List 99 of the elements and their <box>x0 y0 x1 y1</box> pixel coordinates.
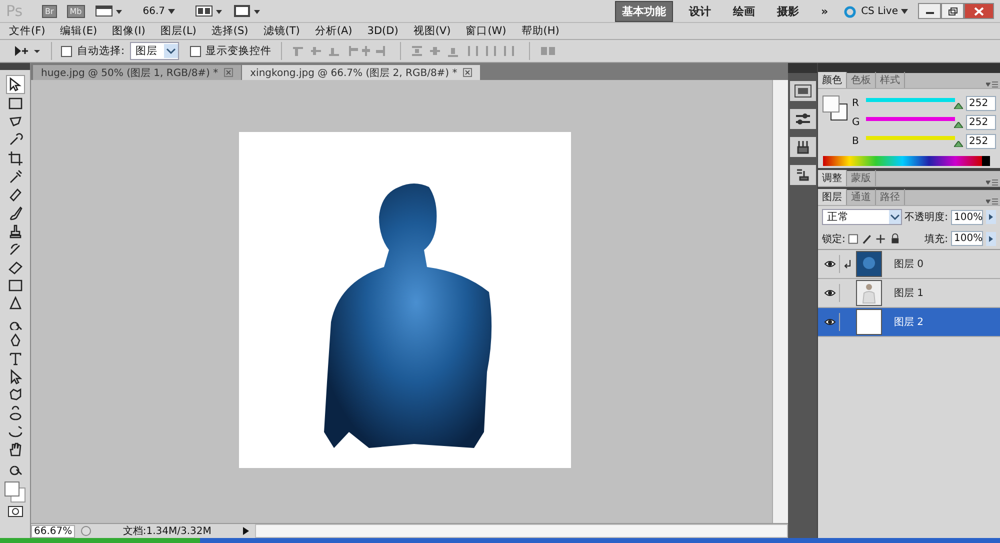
lock-label: 锁定: <box>822 232 846 246</box>
panel-tab[interactable]: 图层 <box>818 189 847 205</box>
layer-name: 图层 0 <box>894 258 924 271</box>
auto-select-checkbox[interactable] <box>61 46 72 56</box>
channel-value-field[interactable]: 252 <box>966 96 996 111</box>
close-button[interactable] <box>964 3 994 19</box>
screen-mode-icon[interactable] <box>233 4 262 18</box>
panel-menu-icon[interactable] <box>986 179 1000 186</box>
fill-slider-button[interactable] <box>986 232 996 246</box>
move-tool-icon[interactable] <box>6 75 24 94</box>
panel-tab[interactable]: 调整 <box>818 170 847 186</box>
panel-menu-icon[interactable] <box>986 198 1000 205</box>
color-swatches-icon[interactable] <box>822 95 848 121</box>
menu-item[interactable]: 视图(V) <box>413 24 451 38</box>
play-arrow-icon[interactable] <box>241 525 252 537</box>
arrange-documents-icon[interactable] <box>195 4 224 18</box>
document-size-text: 文档:1.34M/3.32M <box>122 524 212 538</box>
zoom-field[interactable]: 66.67% <box>31 524 76 538</box>
show-transform-label: 显示变换控件 <box>206 44 272 58</box>
document-tab[interactable]: xingkong.jpg @ 66.7% (图层 2, RGB/8#) * <box>242 65 480 80</box>
layer-row[interactable]: 图层 2 <box>818 308 1000 337</box>
clone-source-panel-icon[interactable] <box>790 165 816 185</box>
panel-tab[interactable]: 样式 <box>876 72 905 88</box>
brush-panel-icon[interactable] <box>790 137 816 157</box>
workspace-button[interactable]: 基本功能 <box>614 0 673 22</box>
workspace-button[interactable]: 摄影 <box>770 2 805 20</box>
channel-value-field[interactable]: 252 <box>966 134 996 149</box>
fill-field[interactable]: 100% <box>951 231 983 246</box>
menu-item[interactable]: 编辑(E) <box>60 24 98 38</box>
channel-label: B <box>852 136 860 147</box>
fill-label: 填充: <box>924 232 948 246</box>
eye-icon <box>824 260 836 268</box>
horizontal-scrollbar[interactable] <box>255 524 788 538</box>
document-tab-title: xingkong.jpg @ 66.7% (图层 2, RGB/8#) * <box>250 66 458 80</box>
zoom-level-dropdown[interactable]: 66.7 <box>142 6 176 16</box>
panel-tab[interactable]: 路径 <box>876 189 905 205</box>
move-tool-preset-icon[interactable] <box>12 44 42 58</box>
caret-icon <box>901 8 908 14</box>
menu-item[interactable]: 分析(A) <box>314 24 352 38</box>
slider-thumb[interactable] <box>954 122 964 128</box>
cs-live-button[interactable]: CS Live <box>844 4 908 18</box>
channel-label: G <box>852 117 860 128</box>
caret-icon <box>168 8 176 14</box>
status-menu-icon[interactable] <box>79 525 94 537</box>
workspace-button[interactable]: 绘画 <box>726 2 761 20</box>
view-extras-icon[interactable] <box>94 4 123 18</box>
menu-item[interactable]: 图层(L) <box>160 24 196 38</box>
slider-thumb[interactable] <box>954 141 964 147</box>
menu-item[interactable]: 帮助(H) <box>521 24 560 38</box>
color-slider[interactable] <box>866 117 960 128</box>
quick-mask-icon[interactable] <box>6 504 24 518</box>
close-icon[interactable] <box>463 68 472 77</box>
opacity-slider-button[interactable] <box>986 210 996 224</box>
layer-name: 图层 1 <box>894 287 924 300</box>
close-icon <box>974 6 984 16</box>
menu-item[interactable]: 图像(I) <box>112 24 146 38</box>
layer-row[interactable]: 图层 0 <box>818 250 1000 279</box>
opacity-field[interactable]: 100% <box>951 210 983 224</box>
auto-select-dropdown[interactable]: 图层 <box>130 42 179 60</box>
sliders-panel-icon[interactable] <box>790 109 816 129</box>
chevron-down-icon <box>888 210 901 224</box>
menu-item[interactable]: 3D(D) <box>367 25 398 37</box>
panel-tab[interactable]: 颜色 <box>818 72 847 88</box>
panel-tab[interactable]: 色板 <box>847 72 876 88</box>
auto-select-label: 自动选择: <box>77 44 125 58</box>
document-tab[interactable]: huge.jpg @ 50% (图层 1, RGB/8#) * <box>33 65 242 80</box>
opacity-label: 不透明度: <box>904 210 948 224</box>
show-transform-checkbox[interactable] <box>190 46 201 56</box>
menu-item[interactable]: 滤镜(T) <box>263 24 300 38</box>
layer-name: 图层 2 <box>894 316 924 329</box>
more-workspaces-button[interactable]: » <box>814 2 834 20</box>
panel-tab[interactable]: 通道 <box>847 189 876 205</box>
menu-item[interactable]: 文件(F) <box>9 24 46 38</box>
crop-tool-icon[interactable] <box>6 150 24 167</box>
minimize-button[interactable] <box>918 3 941 19</box>
chevron-down-icon <box>164 44 178 58</box>
blend-mode-dropdown[interactable]: 正常 <box>822 209 902 225</box>
cs-live-icon <box>844 4 858 18</box>
close-icon[interactable] <box>224 68 234 77</box>
eraser-tool-icon[interactable] <box>6 259 24 276</box>
document-tab-title: huge.jpg @ 50% (图层 1, RGB/8#) * <box>41 66 218 80</box>
slider-thumb[interactable] <box>954 103 964 109</box>
menu-item[interactable]: 窗口(W) <box>466 24 506 38</box>
color-spectrum[interactable] <box>823 156 990 166</box>
mini-bridge-panel-icon[interactable] <box>790 81 816 101</box>
panel-tab[interactable]: 蒙版 <box>847 170 876 186</box>
restore-button[interactable] <box>941 3 964 19</box>
panel-menu-icon[interactable] <box>986 81 1000 88</box>
vertical-scrollbar[interactable] <box>772 80 788 523</box>
color-swatches-icon[interactable] <box>4 481 26 504</box>
channel-value-field[interactable]: 252 <box>966 115 996 130</box>
eye-icon <box>824 289 836 297</box>
color-slider[interactable] <box>866 98 960 109</box>
restore-icon <box>948 6 958 16</box>
menu-item[interactable]: 选择(S) <box>211 24 248 38</box>
workspace-button[interactable]: 设计 <box>682 2 717 20</box>
channel-label: R <box>852 98 860 109</box>
eye-icon <box>824 318 836 326</box>
color-slider[interactable] <box>866 136 960 147</box>
